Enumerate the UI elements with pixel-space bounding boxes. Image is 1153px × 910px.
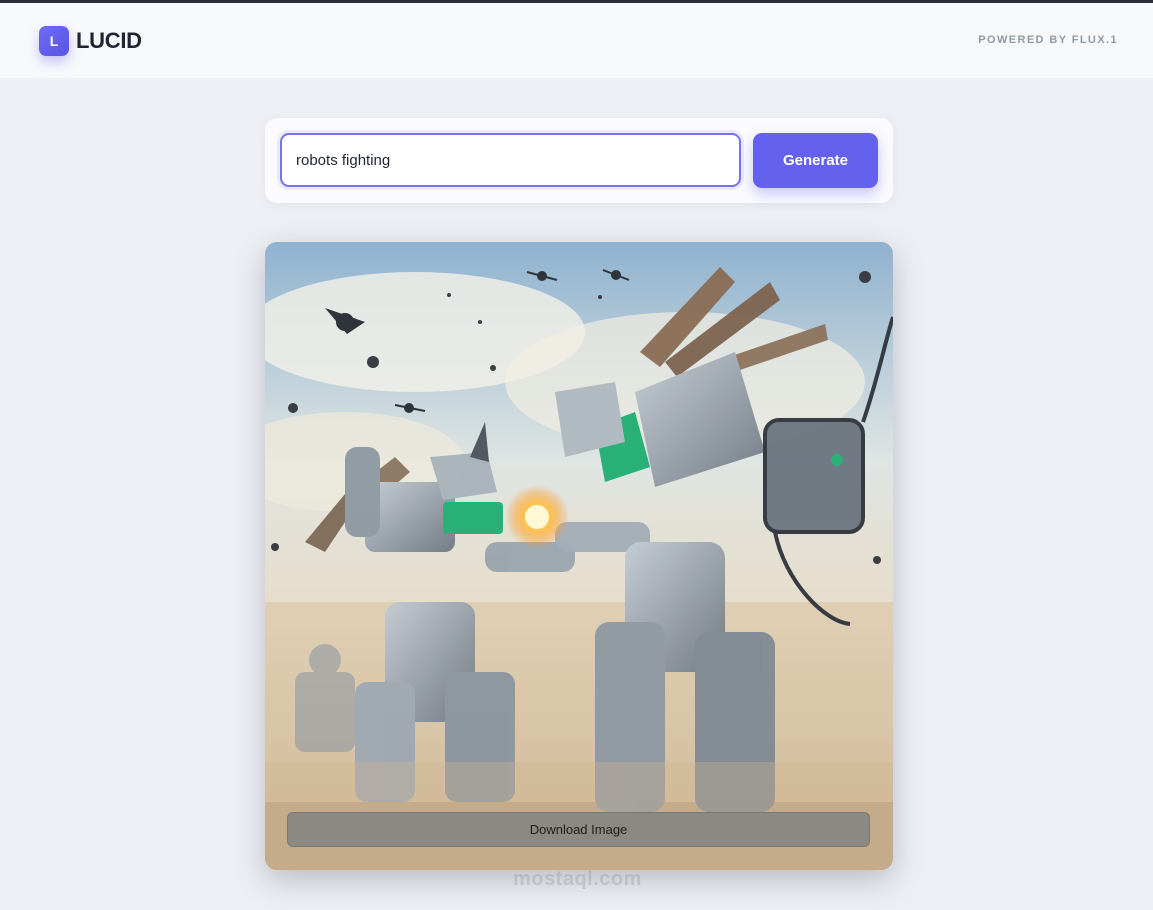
app-header: L LUCID POWERED BY FLUX.1 <box>0 3 1153 78</box>
generated-image-card: Download Image <box>265 242 893 870</box>
logo[interactable]: L LUCID <box>39 26 142 56</box>
generate-button[interactable]: Generate <box>753 133 878 188</box>
prompt-panel: Generate <box>265 118 893 203</box>
app-name: LUCID <box>76 28 142 53</box>
prompt-input[interactable] <box>280 133 741 187</box>
logo-mark-icon: L <box>39 26 69 56</box>
download-image-button[interactable]: Download Image <box>287 812 870 847</box>
powered-by-label: POWERED BY FLUX.1 <box>978 34 1118 46</box>
watermark: mostaql.com <box>513 868 642 890</box>
generated-image <box>265 242 893 870</box>
